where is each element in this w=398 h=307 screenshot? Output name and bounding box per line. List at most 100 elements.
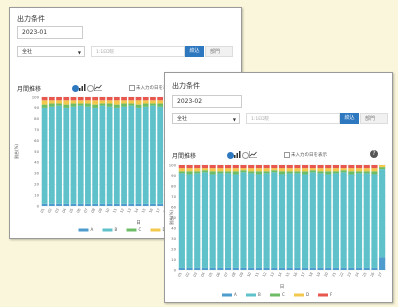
x-tick-label: 22 xyxy=(339,272,345,278)
stacked-bar-chart: 0102030405060708090100割合(%)01 02 03 04 05 06 0… xyxy=(168,162,386,297)
legend-swatch xyxy=(78,228,89,232)
x-tick-label: 03 xyxy=(193,272,199,278)
line-chart-radio[interactable] xyxy=(87,85,94,92)
legend-swatch xyxy=(246,293,256,297)
bar-segment xyxy=(135,203,142,206)
bar-segment xyxy=(248,168,255,172)
bar-segment xyxy=(56,97,62,101)
bar-segment xyxy=(217,165,224,169)
bar-segment xyxy=(56,103,62,106)
bar-segment xyxy=(371,174,378,268)
bar-segment xyxy=(294,165,301,169)
month-input[interactable]: 2023-02 xyxy=(172,95,242,108)
bar-segment xyxy=(371,168,378,172)
bar-segment xyxy=(363,168,370,172)
bar-segment xyxy=(113,107,120,204)
department-button[interactable]: 部門 xyxy=(205,46,233,57)
bar-chart-radio[interactable] xyxy=(72,85,79,92)
bar-segment xyxy=(128,103,135,106)
bar-segment xyxy=(224,267,232,270)
bar-segment xyxy=(106,103,113,107)
bar-segment xyxy=(286,267,293,270)
bar-segment xyxy=(77,203,84,206)
x-tick-label: 15 xyxy=(285,272,291,278)
bar-segment xyxy=(186,267,193,270)
search-input[interactable]: 1:1ED院 xyxy=(246,113,340,124)
bar-segment xyxy=(302,171,309,175)
bar-segment xyxy=(135,97,142,101)
month-input[interactable]: 2023-01 xyxy=(17,26,83,39)
x-tick-label: 06 xyxy=(216,271,222,277)
legend-label: D xyxy=(306,292,309,297)
x-tick-label: 09 xyxy=(98,207,104,213)
bar-segment xyxy=(278,171,286,175)
x-tick-label: 08 xyxy=(91,207,97,213)
bar-segment xyxy=(317,168,324,172)
help-icon[interactable]: ? xyxy=(370,150,378,158)
bar-segment xyxy=(178,165,185,169)
bar-segment xyxy=(63,104,70,108)
bar-segment xyxy=(70,103,77,107)
y-tick-label: 20 xyxy=(171,246,176,251)
bar-segment xyxy=(128,203,135,206)
filter-button[interactable]: 絞込 xyxy=(340,113,359,124)
x-tick-label: 16 xyxy=(293,271,299,277)
bar-segment xyxy=(56,203,62,206)
bar-segment xyxy=(325,165,332,169)
bar-segment xyxy=(135,104,142,108)
x-tick-label: 12 xyxy=(262,272,268,278)
bar-segment xyxy=(99,103,106,106)
y-tick-label: 100 xyxy=(32,94,40,99)
bar-segment xyxy=(309,168,316,171)
y-tick-label: 80 xyxy=(34,116,39,121)
bar-segment xyxy=(309,165,316,169)
bar-segment xyxy=(317,173,324,268)
bar-segment xyxy=(355,173,363,268)
x-tick-label: 24 xyxy=(354,271,360,277)
x-tick-label: 23 xyxy=(347,272,353,278)
y-tick-label: 70 xyxy=(34,127,39,132)
scope-select[interactable]: 全社 ▼ xyxy=(172,113,240,124)
show-unentered-checkbox[interactable] xyxy=(284,152,290,158)
legend-label: F xyxy=(330,292,333,297)
scope-select-value: 全社 xyxy=(177,116,188,122)
legend-swatch xyxy=(102,228,113,232)
bar-segment xyxy=(332,267,340,270)
x-tick-label: 14 xyxy=(277,271,283,277)
filter-button[interactable]: 絞込 xyxy=(185,46,204,57)
bar-chart-radio[interactable] xyxy=(227,152,234,159)
department-button[interactable]: 部門 xyxy=(360,113,388,124)
x-tick-label: 25 xyxy=(362,272,368,278)
bar-segment xyxy=(348,171,355,175)
bar-segment xyxy=(263,267,270,270)
line-chart-radio[interactable] xyxy=(242,152,249,159)
bar-segment xyxy=(332,171,340,174)
bar-segment xyxy=(85,97,91,101)
bar-segment xyxy=(157,103,164,107)
x-tick-label: 18 xyxy=(308,271,314,277)
x-axis-label: 日 xyxy=(136,220,141,226)
bar-segment xyxy=(355,168,363,172)
search-input[interactable]: 1:1ED院 xyxy=(91,46,185,57)
x-tick-label: 04 xyxy=(62,207,68,213)
bar-segment xyxy=(302,168,309,172)
x-tick-label: 21 xyxy=(331,272,337,278)
bar-segment xyxy=(363,165,370,169)
y-tick-label: 30 xyxy=(171,236,176,241)
bar-segment xyxy=(209,168,216,172)
bar-segment xyxy=(286,173,293,268)
scope-select[interactable]: 全社 ▼ xyxy=(17,46,85,57)
bar-chart-icon xyxy=(79,84,86,91)
bar-segment xyxy=(255,168,262,172)
bar-segment xyxy=(150,103,156,106)
show-unentered-checkbox[interactable] xyxy=(129,85,135,91)
bar-segment xyxy=(263,173,270,268)
bar-segment xyxy=(99,97,106,101)
legend-label: B xyxy=(258,292,261,297)
bar-segment xyxy=(248,173,255,268)
bar-segment xyxy=(106,97,113,101)
bar-segment xyxy=(63,100,70,105)
bar-segment xyxy=(135,107,142,204)
filter-bar: 全社 ▼ 1:1ED院 絞込 部門 xyxy=(17,46,237,57)
bar-segment xyxy=(217,267,224,270)
